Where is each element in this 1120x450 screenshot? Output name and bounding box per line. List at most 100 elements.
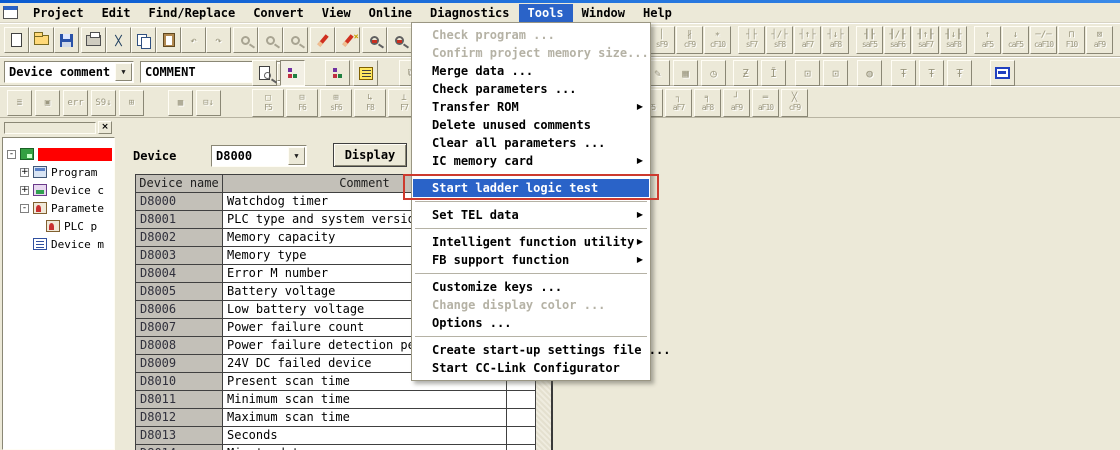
menu-item-delete-unused-comments[interactable]: Delete unused comments [413, 116, 649, 134]
collapse-icon[interactable]: - [7, 150, 16, 159]
ladder-symbol-saF8-button[interactable]: ┨↓┠saF8 [940, 26, 967, 54]
menubar-item-help[interactable]: Help [634, 4, 681, 22]
device-name-cell[interactable]: D8013 [136, 427, 223, 445]
menu-item-fb-support-function[interactable]: FB support function▶ [413, 251, 649, 269]
project-tree-toggle-button[interactable] [280, 60, 305, 86]
window-cascade-button[interactable]: ▣ [35, 90, 60, 116]
device-name-cell[interactable]: D8011 [136, 391, 223, 409]
find-button[interactable] [233, 27, 258, 53]
ladder-symbol-sF8-button[interactable]: ┤/├sF8 [766, 26, 793, 54]
monitor-mode-button[interactable] [990, 60, 1015, 86]
table-row[interactable]: D8011Minimum scan time [136, 391, 537, 409]
rung-aF10-button[interactable]: ═aF10 [752, 89, 779, 117]
find-comment-button[interactable] [252, 60, 277, 86]
menubar-item-convert[interactable]: Convert [244, 4, 313, 22]
window-prev-button[interactable]: ⊡ [795, 60, 820, 86]
menu-item-options[interactable]: Options ... [413, 314, 649, 332]
device-name-cell[interactable]: D8001 [136, 211, 223, 229]
write-mode-button[interactable] [310, 27, 335, 53]
device-name-cell[interactable]: D8012 [136, 409, 223, 427]
device-test-3-button[interactable]: Ŧ [947, 60, 972, 86]
tree-item-program[interactable]: +Program [20, 164, 114, 180]
copy-button[interactable] [131, 27, 156, 53]
child-window-icon[interactable] [3, 6, 18, 19]
ladder-symbol-cF9-button[interactable]: ∦cF9 [676, 26, 703, 54]
device-list-button[interactable] [353, 60, 378, 86]
expand-icon[interactable]: + [20, 186, 29, 195]
ladder-symbol-saF6-button[interactable]: ┨/┠saF6 [884, 26, 911, 54]
display-button[interactable]: Display [333, 143, 407, 167]
chevron-down-icon[interactable]: ▼ [288, 147, 305, 165]
rung-cF9-button[interactable]: ╳cF9 [781, 89, 808, 117]
menubar-item-tools[interactable]: Tools [519, 4, 573, 22]
comment-cell[interactable]: Minimum scan time [223, 391, 507, 409]
rung-aF7-button[interactable]: ┐aF7 [665, 89, 692, 117]
sort-z-button[interactable]: Ƶ [733, 60, 758, 86]
device-name-cell[interactable]: D8008 [136, 337, 223, 355]
menu-item-set-tel-data[interactable]: Set TEL data▶ [413, 206, 649, 224]
panel-grip[interactable] [4, 122, 96, 134]
collapse-icon[interactable]: - [20, 204, 29, 213]
ladder-symbol-caF10-button[interactable]: ─/─caF10 [1030, 26, 1057, 54]
undo-button[interactable]: ↶ [181, 27, 206, 53]
device-test-2-button[interactable]: Ŧ [919, 60, 944, 86]
menu-item-ic-memory-card[interactable]: IC memory card▶ [413, 152, 649, 170]
device-name-cell[interactable]: D8014 [136, 445, 223, 450]
error-jump-button[interactable]: err [63, 90, 88, 116]
window-next-button[interactable]: ⊡ [823, 60, 848, 86]
device-name-cell[interactable]: D8002 [136, 229, 223, 247]
rung-F5-button[interactable]: □F5 [252, 89, 284, 117]
ladder-symbol-sF9-button[interactable]: │sF9 [648, 26, 675, 54]
comment-cell[interactable]: Minute data [223, 445, 507, 450]
ladder-symbol-aF7-button[interactable]: ┤↑├aF7 [794, 26, 821, 54]
device-name-cell[interactable]: D8004 [136, 265, 223, 283]
close-icon[interactable]: × [98, 121, 112, 134]
step-run-button[interactable]: ≣ [7, 90, 32, 116]
insert-mode-button[interactable] [335, 27, 360, 53]
device-test-1-button[interactable]: Ŧ [891, 60, 916, 86]
device-name-cell[interactable]: D8000 [136, 193, 223, 211]
menu-item-intelligent-function-utility[interactable]: Intelligent function utility▶ [413, 233, 649, 251]
device-name-cell[interactable]: D8009 [136, 355, 223, 373]
partial-run-button[interactable]: ⊞ [119, 90, 144, 116]
ladder-symbol-caF5-button[interactable]: ↓caF5 [1002, 26, 1029, 54]
clock-setting-button[interactable]: ◷ [701, 60, 726, 86]
monitor-zoom-button[interactable] [362, 27, 387, 53]
extra-cell[interactable] [507, 427, 536, 445]
menubar-item-diagnostics[interactable]: Diagnostics [421, 4, 518, 22]
extra-cell[interactable] [507, 445, 536, 450]
menu-item-start-cc-link-configurator[interactable]: Start CC-Link Configurator [413, 359, 649, 377]
menubar-item-project[interactable]: Project [24, 4, 93, 22]
table-row[interactable]: D8013Seconds [136, 427, 537, 445]
sort-i-button[interactable]: Ī [761, 60, 786, 86]
table-row[interactable]: D8014Minute data [136, 445, 537, 450]
rung-sF6-button[interactable]: ⊞sF6 [320, 89, 352, 117]
tree-down-button[interactable]: ⊟↓ [196, 90, 221, 116]
find-device-button[interactable] [258, 27, 283, 53]
comment-display-button[interactable] [325, 60, 350, 86]
ladder-symbol-aF9-button[interactable]: ⊠aF9 [1086, 26, 1113, 54]
ladder-symbol-saF7-button[interactable]: ┨↑┠saF7 [912, 26, 939, 54]
comment-cell[interactable]: Seconds [223, 427, 507, 445]
menubar-item-find-replace[interactable]: Find/Replace [139, 4, 244, 22]
tree-item-project-root[interactable]: - [7, 146, 114, 162]
device-name-cell[interactable]: D8005 [136, 283, 223, 301]
rung-aF8-button[interactable]: ╕aF8 [694, 89, 721, 117]
comment-cell[interactable]: Maximum scan time [223, 409, 507, 427]
menubar-item-online[interactable]: Online [360, 4, 421, 22]
redo-button[interactable]: ↷ [206, 27, 231, 53]
paste-button[interactable] [156, 27, 181, 53]
menu-item-merge-data[interactable]: Merge data ... [413, 62, 649, 80]
device-name-cell[interactable]: D8007 [136, 319, 223, 337]
menu-item-customize-keys[interactable]: Customize keys ... [413, 278, 649, 296]
device-name-cell[interactable]: D8010 [136, 373, 223, 391]
save-button[interactable] [54, 27, 79, 53]
device-name-cell[interactable]: D8006 [136, 301, 223, 319]
menubar-item-edit[interactable]: Edit [93, 4, 140, 22]
menu-item-transfer-rom[interactable]: Transfer ROM▶ [413, 98, 649, 116]
open-button[interactable] [29, 27, 54, 53]
ladder-symbol-cF10-button[interactable]: ∗cF10 [704, 26, 731, 54]
find-contact-button[interactable] [283, 27, 308, 53]
new-button[interactable] [4, 27, 29, 53]
menubar-item-view[interactable]: View [313, 4, 360, 22]
